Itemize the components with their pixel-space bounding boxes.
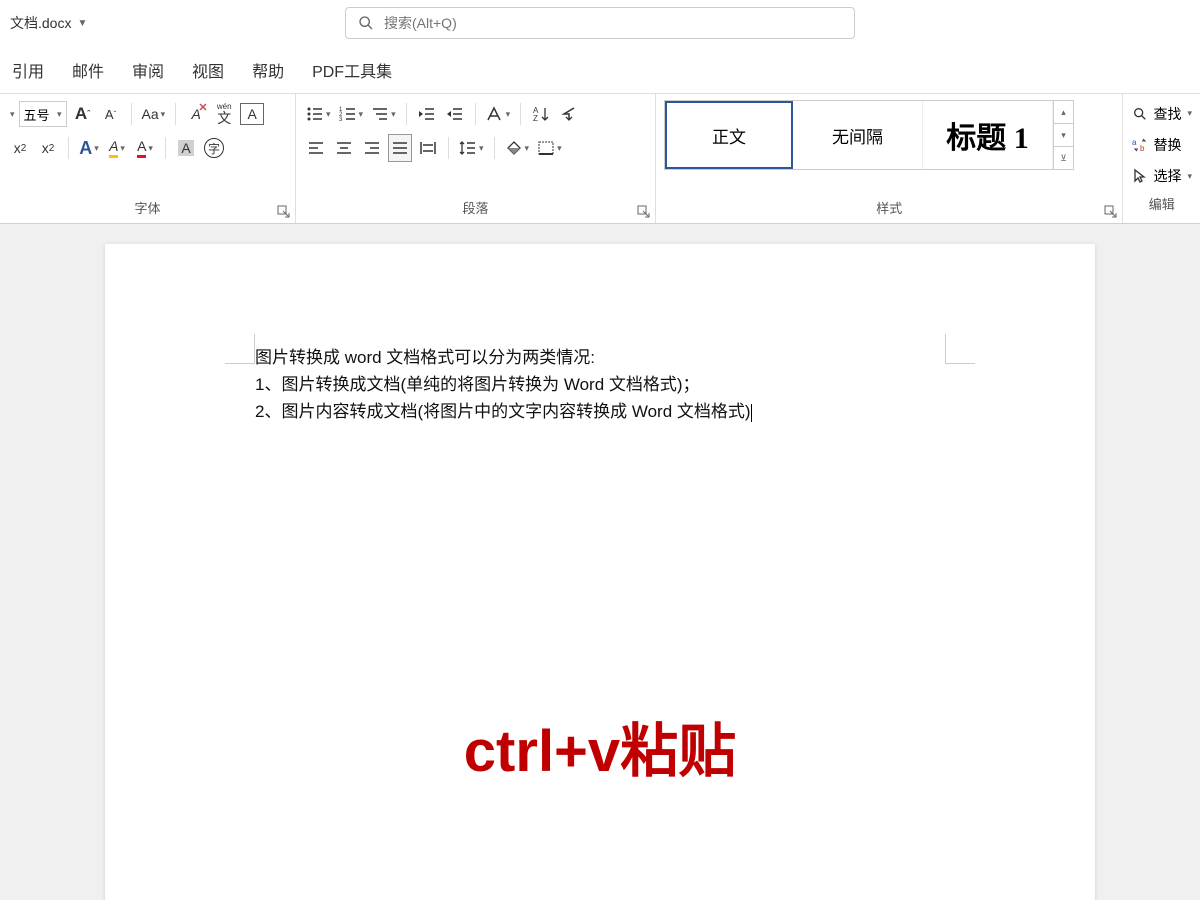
doc-line-3[interactable]: 2、图片内容转成文档(将图片中的文字内容转换成 Word 文档格式) bbox=[255, 398, 945, 425]
ribbon-group-font: ▾ 五号 ▾ Aˆ Aˇ Aa▾ A wén文 A x2 x2 A▾ A▾ bbox=[0, 94, 296, 223]
borders-button[interactable]: ▾ bbox=[535, 134, 564, 162]
svg-text:3: 3 bbox=[339, 117, 343, 122]
style-heading1-label: 标题 1 bbox=[946, 113, 1029, 157]
select-icon bbox=[1131, 167, 1149, 185]
align-right-button[interactable] bbox=[360, 134, 384, 162]
doc-line-1[interactable]: 图片转换成 word 文档格式可以分为两类情况: bbox=[255, 344, 945, 371]
font-family-dropdown-icon[interactable]: ▾ bbox=[10, 109, 15, 120]
styles-scroll-up-icon[interactable]: ▴ bbox=[1054, 101, 1073, 124]
doc-line-3-text: 2、图片内容转成文档(将图片中的文字内容转换成 Word 文档格式) bbox=[255, 402, 751, 421]
select-button[interactable]: 选择▾ bbox=[1131, 163, 1192, 190]
paragraph-group-label: 段落 bbox=[304, 198, 647, 221]
doc-line-2[interactable]: 1、图片转换成文档(单纯的将图片转换为 Word 文档格式)； bbox=[255, 371, 945, 398]
char-border-button[interactable]: A bbox=[240, 103, 264, 125]
tab-references[interactable]: 引用 bbox=[8, 52, 48, 88]
align-center-button[interactable] bbox=[332, 134, 356, 162]
paragraph-dialog-launcher-icon[interactable] bbox=[637, 205, 651, 219]
replace-label: 替换 bbox=[1153, 135, 1181, 155]
justify-button[interactable] bbox=[388, 134, 412, 162]
select-label: 选择 bbox=[1153, 166, 1181, 186]
chevron-down-icon: ▾ bbox=[57, 109, 62, 120]
ribbon-group-paragraph: ▾ 123▾ ▾ ▾ AZ ▾ ▾ bbox=[296, 94, 656, 223]
styles-gallery: 正文 无间隔 标题 1 ▴ ▾ ⊻ bbox=[664, 100, 1074, 170]
svg-text:b: b bbox=[1140, 144, 1145, 153]
tab-mailings[interactable]: 邮件 bbox=[68, 52, 108, 88]
clear-format-button[interactable]: A bbox=[184, 100, 208, 128]
style-heading1[interactable]: 标题 1 bbox=[923, 101, 1053, 169]
replace-button[interactable]: ab 替换 bbox=[1131, 131, 1192, 158]
styles-dialog-launcher-icon[interactable] bbox=[1104, 205, 1118, 219]
text-effects-button[interactable]: A▾ bbox=[77, 134, 101, 162]
sort-button[interactable]: AZ bbox=[529, 100, 553, 128]
styles-more-icon[interactable]: ⊻ bbox=[1054, 147, 1073, 169]
phonetic-guide-button[interactable]: wén文 bbox=[212, 100, 236, 128]
svg-text:Z: Z bbox=[533, 114, 538, 122]
find-button[interactable]: 查找▾ bbox=[1131, 100, 1192, 127]
document-canvas[interactable]: 图片转换成 word 文档格式可以分为两类情况: 1、图片转换成文档(单纯的将图… bbox=[0, 224, 1200, 900]
search-input[interactable] bbox=[384, 15, 842, 31]
styles-group-label: 样式 bbox=[664, 198, 1114, 221]
style-normal-label: 正文 bbox=[712, 123, 746, 148]
page[interactable]: 图片转换成 word 文档格式可以分为两类情况: 1、图片转换成文档(单纯的将图… bbox=[105, 244, 1095, 900]
overlay-annotation: ctrl+v粘贴 bbox=[464, 704, 736, 788]
svg-text:a: a bbox=[1132, 138, 1137, 147]
font-size-select[interactable]: 五号 ▾ bbox=[19, 101, 67, 127]
margin-mark-tr bbox=[945, 334, 975, 364]
align-left-button[interactable] bbox=[304, 134, 328, 162]
show-marks-button[interactable] bbox=[557, 100, 581, 128]
document-dropdown-icon[interactable]: ▼ bbox=[77, 18, 87, 29]
style-normal[interactable]: 正文 bbox=[665, 101, 793, 169]
grow-font-button[interactable]: Aˆ bbox=[71, 100, 95, 128]
shrink-font-button[interactable]: Aˇ bbox=[99, 100, 123, 128]
styles-scroll-down-icon[interactable]: ▾ bbox=[1054, 124, 1073, 147]
char-shading-button[interactable]: A bbox=[174, 134, 198, 162]
margin-mark-tl bbox=[225, 334, 255, 364]
search-icon bbox=[358, 15, 374, 31]
change-case-button[interactable]: Aa▾ bbox=[140, 100, 168, 128]
tab-pdf-tools[interactable]: PDF工具集 bbox=[308, 52, 396, 88]
find-label: 查找 bbox=[1153, 104, 1181, 124]
tab-review[interactable]: 审阅 bbox=[128, 52, 168, 88]
distribute-button[interactable] bbox=[416, 134, 440, 162]
tab-help[interactable]: 帮助 bbox=[248, 52, 288, 88]
edit-group-label: 编辑 bbox=[1131, 194, 1192, 217]
document-name: 文档.docx bbox=[10, 13, 71, 33]
tab-view[interactable]: 视图 bbox=[188, 52, 228, 88]
bullets-button[interactable]: ▾ bbox=[304, 100, 333, 128]
font-size-value: 五号 bbox=[24, 105, 50, 124]
enclose-char-button[interactable]: 字 bbox=[202, 134, 226, 162]
find-icon bbox=[1131, 105, 1149, 123]
subscript-button[interactable]: x2 bbox=[8, 134, 32, 162]
search-box[interactable] bbox=[345, 7, 855, 39]
replace-icon: ab bbox=[1131, 136, 1149, 154]
decrease-indent-button[interactable] bbox=[415, 100, 439, 128]
numbering-button[interactable]: 123▾ bbox=[337, 100, 366, 128]
titlebar: 文档.docx ▼ bbox=[0, 0, 1200, 46]
superscript-button[interactable]: x2 bbox=[36, 134, 60, 162]
multilevel-list-button[interactable]: ▾ bbox=[369, 100, 398, 128]
font-dialog-launcher-icon[interactable] bbox=[277, 205, 291, 219]
font-color-button[interactable]: A▾ bbox=[133, 134, 157, 162]
text-cursor bbox=[751, 404, 752, 422]
shading-button[interactable]: ▾ bbox=[503, 134, 532, 162]
ribbon-group-styles: 正文 无间隔 标题 1 ▴ ▾ ⊻ 样式 bbox=[656, 94, 1123, 223]
style-nospacing-label: 无间隔 bbox=[832, 123, 883, 148]
ribbon-group-edit: 查找▾ ab 替换 选择▾ 编辑 bbox=[1123, 94, 1200, 223]
document-body[interactable]: 图片转换成 word 文档格式可以分为两类情况: 1、图片转换成文档(单纯的将图… bbox=[255, 344, 945, 426]
highlight-button[interactable]: A▾ bbox=[105, 134, 129, 162]
styles-scroll: ▴ ▾ ⊻ bbox=[1053, 101, 1073, 169]
increase-indent-button[interactable] bbox=[443, 100, 467, 128]
font-group-label: 字体 bbox=[8, 198, 287, 221]
ribbon-tabs: 引用 邮件 审阅 视图 帮助 PDF工具集 bbox=[0, 46, 1200, 94]
ribbon: ▾ 五号 ▾ Aˆ Aˇ Aa▾ A wén文 A x2 x2 A▾ A▾ bbox=[0, 94, 1200, 224]
asian-layout-button[interactable]: ▾ bbox=[484, 100, 513, 128]
style-no-spacing[interactable]: 无间隔 bbox=[793, 101, 923, 169]
line-spacing-button[interactable]: ▾ bbox=[457, 134, 486, 162]
